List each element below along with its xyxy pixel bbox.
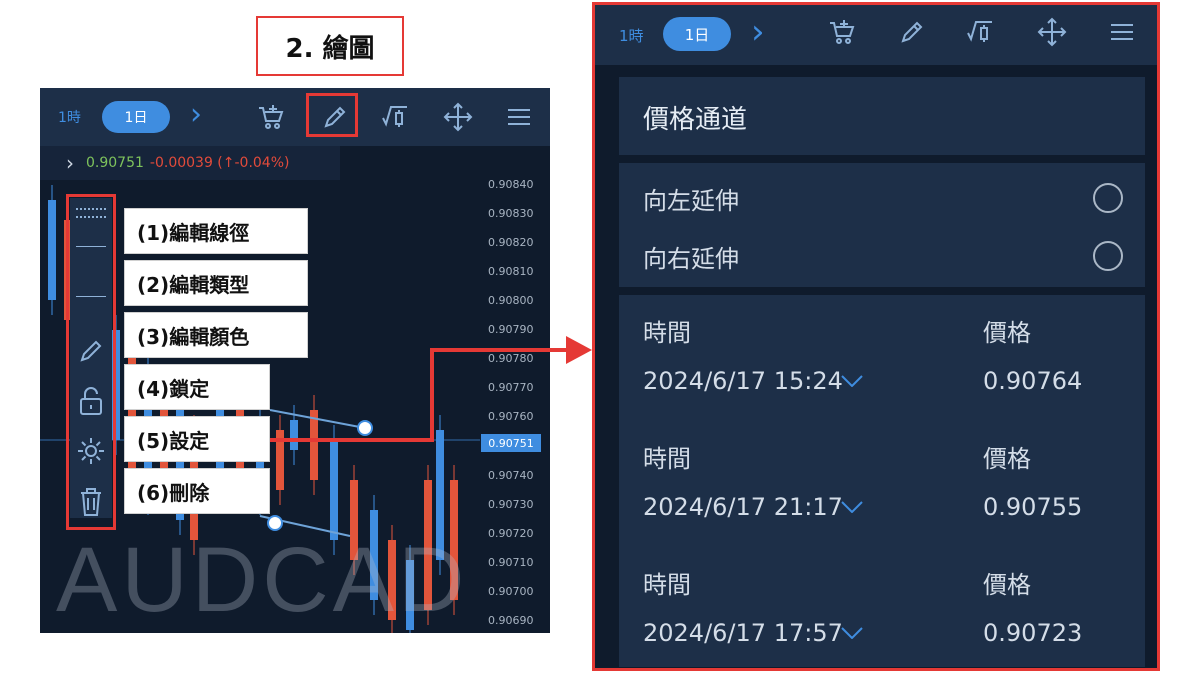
- point-time-value[interactable]: 2024/6/17 15:24: [643, 367, 843, 395]
- add-order-icon[interactable]: [256, 102, 286, 132]
- pencil-icon[interactable]: [897, 17, 927, 47]
- chevron-right-icon[interactable]: ›: [190, 97, 202, 132]
- y-axis-label: 0.90820: [488, 236, 534, 249]
- move-icon[interactable]: [1037, 17, 1067, 47]
- chevron-right-icon[interactable]: ›: [66, 151, 74, 175]
- chevron-down-icon[interactable]: [841, 501, 863, 513]
- y-axis-label: 0.90710: [488, 556, 534, 569]
- indicator-icon[interactable]: [965, 17, 995, 47]
- channel-handle[interactable]: [357, 420, 373, 436]
- y-axis-label: 0.90810: [488, 265, 534, 278]
- timeframe-1d[interactable]: 1日: [663, 17, 731, 51]
- callout-line-color: (3)編輯顏色: [124, 312, 308, 358]
- point-time-label: 時間: [643, 571, 691, 599]
- panel-toolbar: 1時 1日 ›: [595, 5, 1157, 65]
- arrow-head-icon: [566, 336, 592, 364]
- chart-toolbar: 1時 1日 ›: [40, 88, 550, 146]
- extend-left-label: 向左延伸: [643, 187, 739, 215]
- price-quote: › 0.90751 -0.00039 (↑-0.04%): [40, 146, 340, 180]
- extend-options-section: 向左延伸 向右延伸: [619, 163, 1145, 287]
- current-price-tag: 0.90751: [481, 434, 541, 452]
- y-axis-label: 0.90690: [488, 614, 534, 627]
- drawing-settings-panel: 1時 1日 › 價格通道 向左延伸 向右延伸 時間 價格 2024/6/17 1…: [592, 2, 1160, 671]
- callout-delete: (6)刪除: [124, 468, 270, 514]
- y-axis-label: 0.90800: [488, 294, 534, 307]
- pencil-highlight: [306, 93, 358, 137]
- quote-price: 0.90751: [86, 155, 144, 171]
- extend-right-toggle[interactable]: [1093, 241, 1123, 271]
- extend-right-label: 向右延伸: [643, 245, 739, 273]
- chevron-down-icon[interactable]: [841, 375, 863, 387]
- channel-title-section: 價格通道: [619, 77, 1145, 155]
- timeframe-1h[interactable]: 1時: [619, 25, 644, 46]
- y-axis-label: 0.90840: [488, 178, 534, 191]
- point-price-label: 價格: [983, 445, 1031, 473]
- add-order-icon[interactable]: [827, 17, 857, 47]
- symbol-watermark: AUDCAD: [56, 529, 469, 631]
- chart-screen: 1時 1日 › › 0.90751 -0.00039 (↑-0.04%) 0.9: [40, 88, 550, 633]
- callout-line-width: (1)編輯線徑: [124, 208, 308, 254]
- section-title: 2. 繪圖: [256, 16, 404, 76]
- y-axis-label: 0.90780: [488, 352, 534, 365]
- callout-line-type: (2)編輯類型: [124, 260, 308, 306]
- point-time-label: 時間: [643, 319, 691, 347]
- timeframe-1h[interactable]: 1時: [58, 107, 81, 127]
- point-price-label: 價格: [983, 571, 1031, 599]
- point-price-value[interactable]: 0.90764: [983, 367, 1082, 395]
- menu-icon[interactable]: [504, 102, 534, 132]
- drawing-type-title: 價格通道: [643, 105, 748, 135]
- candle: [310, 410, 318, 480]
- point-time-label: 時間: [643, 445, 691, 473]
- y-axis-label: 0.90730: [488, 498, 534, 511]
- y-axis-label: 0.90770: [488, 381, 534, 394]
- connector-line: [430, 348, 570, 352]
- chevron-down-icon[interactable]: [841, 627, 863, 639]
- y-axis-label: 0.90790: [488, 323, 534, 336]
- tool-strip-highlight: [66, 194, 116, 530]
- move-icon[interactable]: [443, 102, 473, 132]
- callout-lock: (4)鎖定: [124, 364, 270, 410]
- menu-icon[interactable]: [1107, 17, 1137, 47]
- connector-line: [270, 438, 432, 442]
- extend-left-toggle[interactable]: [1093, 183, 1123, 213]
- point-time-value[interactable]: 2024/6/17 17:57: [643, 619, 843, 647]
- point-price-value[interactable]: 0.90755: [983, 493, 1082, 521]
- indicator-icon[interactable]: [380, 102, 410, 132]
- point-price-value[interactable]: 0.90723: [983, 619, 1082, 647]
- point-price-label: 價格: [983, 319, 1031, 347]
- timeframe-1d[interactable]: 1日: [102, 101, 170, 133]
- connector-line: [430, 348, 434, 442]
- chevron-right-icon[interactable]: ›: [751, 12, 765, 52]
- anchor-points-section: 時間 價格 2024/6/17 15:24 0.90764 時間 價格 2024…: [619, 295, 1145, 667]
- candle: [290, 420, 298, 450]
- quote-change: -0.00039 (↑-0.04%): [149, 155, 290, 171]
- y-axis-label: 0.90740: [488, 469, 534, 482]
- y-axis-label: 0.90760: [488, 410, 534, 423]
- y-axis-label: 0.90700: [488, 585, 534, 598]
- y-axis-label: 0.90830: [488, 207, 534, 220]
- callout-settings: (5)設定: [124, 416, 270, 462]
- candle: [48, 200, 56, 300]
- y-axis-label: 0.90720: [488, 527, 534, 540]
- candle: [330, 440, 338, 540]
- point-time-value[interactable]: 2024/6/17 21:17: [643, 493, 843, 521]
